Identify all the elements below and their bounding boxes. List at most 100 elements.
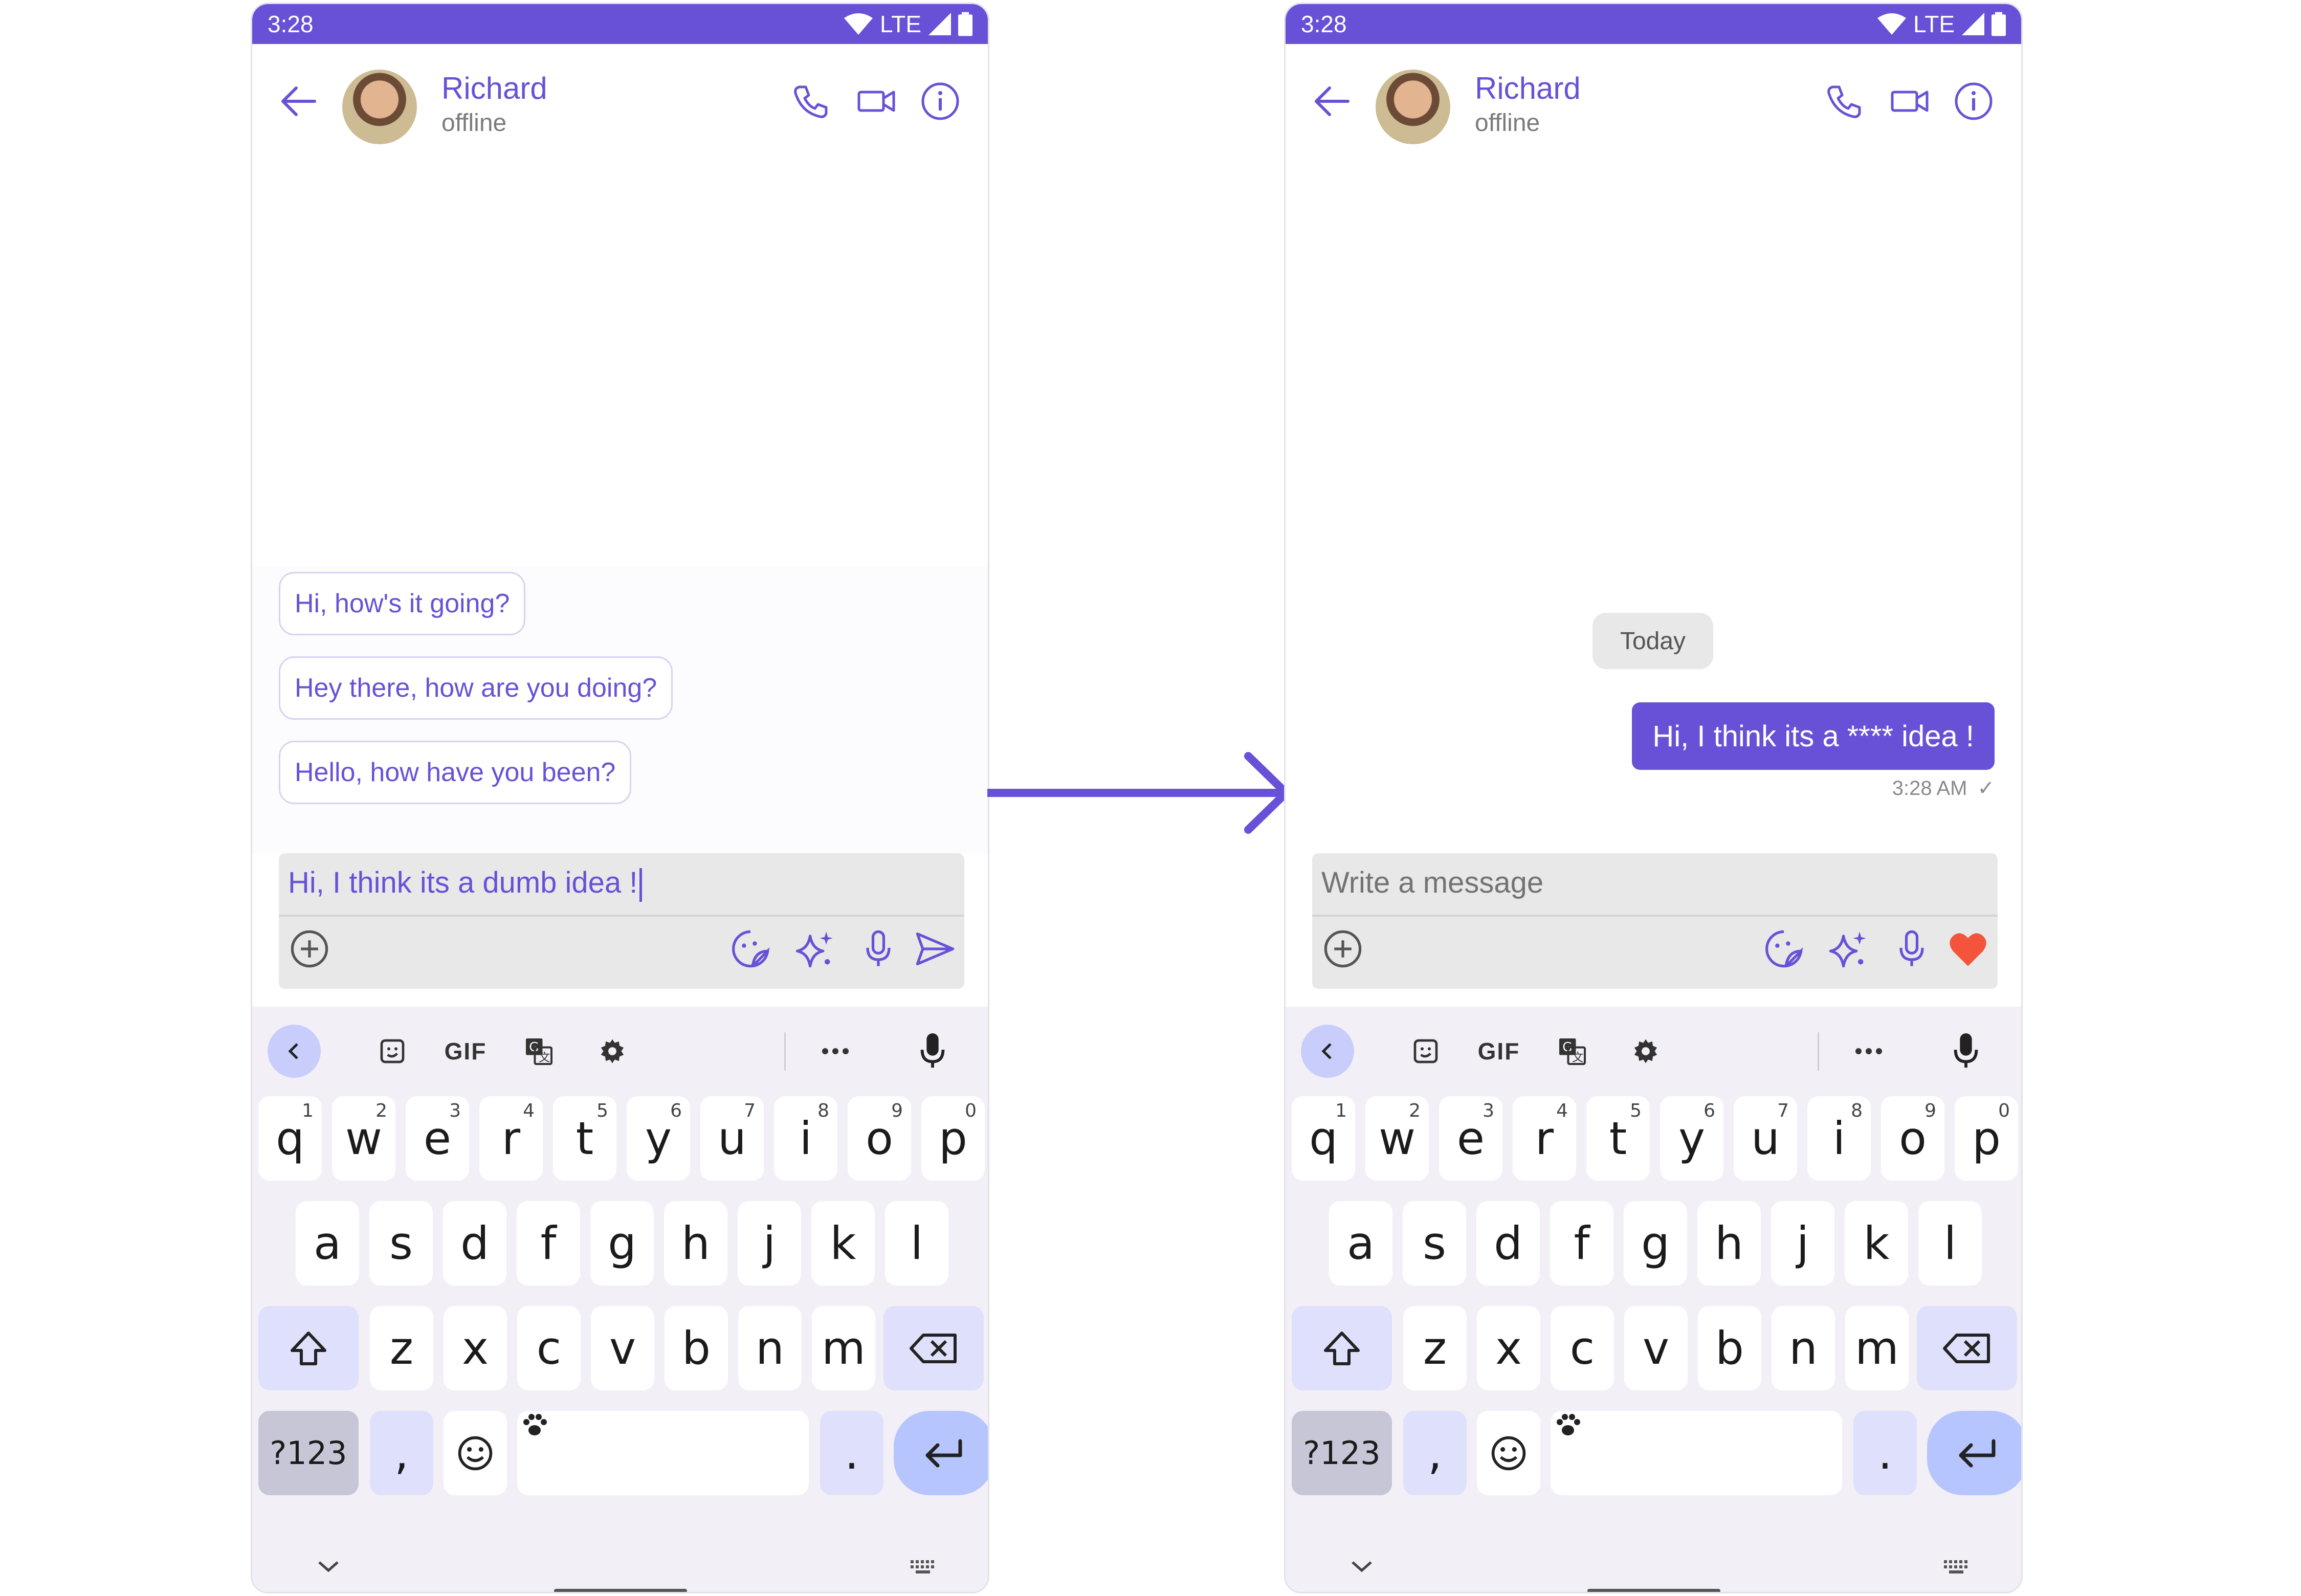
key-l[interactable]: l bbox=[1918, 1201, 1982, 1285]
key-y[interactable]: y6 bbox=[627, 1096, 690, 1181]
key-x[interactable]: x bbox=[1477, 1306, 1540, 1390]
key-g[interactable]: g bbox=[590, 1201, 654, 1285]
key-r[interactable]: r4 bbox=[1513, 1096, 1576, 1181]
keyboard-sticker-button[interactable] bbox=[1399, 1025, 1452, 1078]
voice-call-icon[interactable] bbox=[1823, 81, 1864, 122]
info-icon[interactable] bbox=[920, 81, 961, 122]
key-u[interactable]: u7 bbox=[1734, 1096, 1797, 1181]
key-v[interactable]: v bbox=[1624, 1306, 1688, 1390]
keyboard-settings-button[interactable] bbox=[586, 1025, 639, 1078]
hide-keyboard-icon[interactable] bbox=[1349, 1559, 1374, 1573]
key-v[interactable]: v bbox=[591, 1306, 654, 1390]
symbols-key[interactable]: ?123 bbox=[258, 1411, 359, 1495]
period-key[interactable]: . bbox=[820, 1411, 883, 1495]
space-key[interactable] bbox=[517, 1411, 809, 1495]
key-m[interactable]: m bbox=[1845, 1306, 1909, 1390]
key-i[interactable]: i8 bbox=[774, 1096, 837, 1181]
key-f[interactable]: f bbox=[1550, 1201, 1613, 1285]
keyboard-settings-button[interactable] bbox=[1619, 1025, 1672, 1078]
key-p[interactable]: p0 bbox=[921, 1096, 985, 1181]
key-y[interactable]: y6 bbox=[1660, 1096, 1723, 1181]
comma-key[interactable]: , bbox=[1403, 1411, 1467, 1495]
keyboard-switch-icon[interactable] bbox=[1943, 1559, 1972, 1576]
smart-reply-chip[interactable]: Hey there, how are you doing? bbox=[279, 656, 673, 720]
key-g[interactable]: g bbox=[1624, 1201, 1687, 1285]
key-k[interactable]: k bbox=[811, 1201, 875, 1285]
message-input[interactable]: Write a message bbox=[1321, 866, 1543, 900]
key-e[interactable]: e3 bbox=[406, 1096, 469, 1181]
message-input[interactable]: Hi, I think its a dumb idea ! bbox=[288, 866, 643, 902]
key-k[interactable]: k bbox=[1845, 1201, 1908, 1285]
key-h[interactable]: h bbox=[1697, 1201, 1761, 1285]
key-s[interactable]: s bbox=[1403, 1201, 1466, 1285]
collapse-toolbar-button[interactable] bbox=[268, 1025, 321, 1078]
shift-key[interactable] bbox=[1292, 1306, 1392, 1390]
hide-keyboard-icon[interactable] bbox=[316, 1559, 341, 1573]
smart-reply-chip[interactable]: Hi, how's it going? bbox=[279, 572, 526, 635]
microphone-icon[interactable] bbox=[1890, 927, 1933, 970]
add-attachment-icon[interactable] bbox=[288, 927, 331, 970]
key-o[interactable]: o9 bbox=[1881, 1096, 1944, 1181]
key-c[interactable]: c bbox=[517, 1306, 581, 1390]
key-e[interactable]: e3 bbox=[1439, 1096, 1502, 1181]
key-i[interactable]: i8 bbox=[1807, 1096, 1871, 1181]
collapse-toolbar-button[interactable] bbox=[1301, 1025, 1354, 1078]
key-z[interactable]: z bbox=[370, 1306, 433, 1390]
avatar[interactable] bbox=[1376, 70, 1450, 144]
period-key[interactable]: . bbox=[1853, 1411, 1917, 1495]
video-call-icon[interactable] bbox=[856, 81, 897, 122]
key-b[interactable]: b bbox=[1698, 1306, 1761, 1390]
key-x[interactable]: x bbox=[444, 1306, 507, 1390]
key-j[interactable]: j bbox=[738, 1201, 801, 1285]
emoji-key[interactable] bbox=[444, 1411, 507, 1495]
key-n[interactable]: n bbox=[738, 1306, 802, 1390]
key-c[interactable]: c bbox=[1551, 1306, 1614, 1390]
heart-icon[interactable] bbox=[1946, 927, 1989, 970]
symbols-key[interactable]: ?123 bbox=[1292, 1411, 1392, 1495]
key-d[interactable]: d bbox=[443, 1201, 506, 1285]
translate-button[interactable]: G文 bbox=[512, 1025, 565, 1078]
key-m[interactable]: m bbox=[812, 1306, 875, 1390]
key-n[interactable]: n bbox=[1772, 1306, 1835, 1390]
key-f[interactable]: f bbox=[517, 1201, 580, 1285]
outgoing-message-bubble[interactable]: Hi, I think its a **** idea ! bbox=[1632, 702, 1995, 770]
key-q[interactable]: q1 bbox=[258, 1096, 322, 1181]
key-l[interactable]: l bbox=[885, 1201, 948, 1285]
more-options-button[interactable] bbox=[1842, 1025, 1895, 1078]
key-b[interactable]: b bbox=[665, 1306, 728, 1390]
keyboard-sticker-button[interactable] bbox=[366, 1025, 419, 1078]
back-arrow-icon[interactable] bbox=[278, 81, 319, 122]
key-o[interactable]: o9 bbox=[848, 1096, 911, 1181]
gif-button[interactable]: GIF bbox=[439, 1025, 492, 1078]
info-icon[interactable] bbox=[1953, 81, 1994, 122]
emoji-key[interactable] bbox=[1477, 1411, 1540, 1495]
key-a[interactable]: a bbox=[296, 1201, 359, 1285]
shift-key[interactable] bbox=[258, 1306, 359, 1390]
key-p[interactable]: p0 bbox=[1955, 1096, 2018, 1181]
key-s[interactable]: s bbox=[369, 1201, 433, 1285]
key-w[interactable]: w2 bbox=[332, 1096, 395, 1181]
voice-typing-button[interactable] bbox=[1939, 1025, 1993, 1078]
voice-call-icon[interactable] bbox=[789, 81, 830, 122]
key-r[interactable]: r4 bbox=[479, 1096, 543, 1181]
backspace-key[interactable] bbox=[1917, 1306, 2017, 1390]
translate-button[interactable]: G文 bbox=[1545, 1025, 1599, 1078]
key-w[interactable]: w2 bbox=[1365, 1096, 1429, 1181]
more-options-button[interactable] bbox=[809, 1025, 862, 1078]
send-icon[interactable] bbox=[913, 927, 956, 970]
key-t[interactable]: t5 bbox=[1586, 1096, 1650, 1181]
key-j[interactable]: j bbox=[1771, 1201, 1834, 1285]
key-u[interactable]: u7 bbox=[700, 1096, 764, 1181]
smart-reply-chip[interactable]: Hello, how have you been? bbox=[279, 741, 632, 804]
gif-button[interactable]: GIF bbox=[1472, 1025, 1525, 1078]
microphone-icon[interactable] bbox=[857, 927, 900, 970]
key-q[interactable]: q1 bbox=[1292, 1096, 1355, 1181]
enter-key[interactable] bbox=[894, 1411, 988, 1495]
key-d[interactable]: d bbox=[1476, 1201, 1540, 1285]
keyboard-switch-icon[interactable] bbox=[910, 1559, 938, 1576]
key-t[interactable]: t5 bbox=[553, 1096, 616, 1181]
key-z[interactable]: z bbox=[1403, 1306, 1467, 1390]
video-call-icon[interactable] bbox=[1889, 81, 1930, 122]
enter-key[interactable] bbox=[1927, 1411, 2021, 1495]
key-h[interactable]: h bbox=[664, 1201, 727, 1285]
